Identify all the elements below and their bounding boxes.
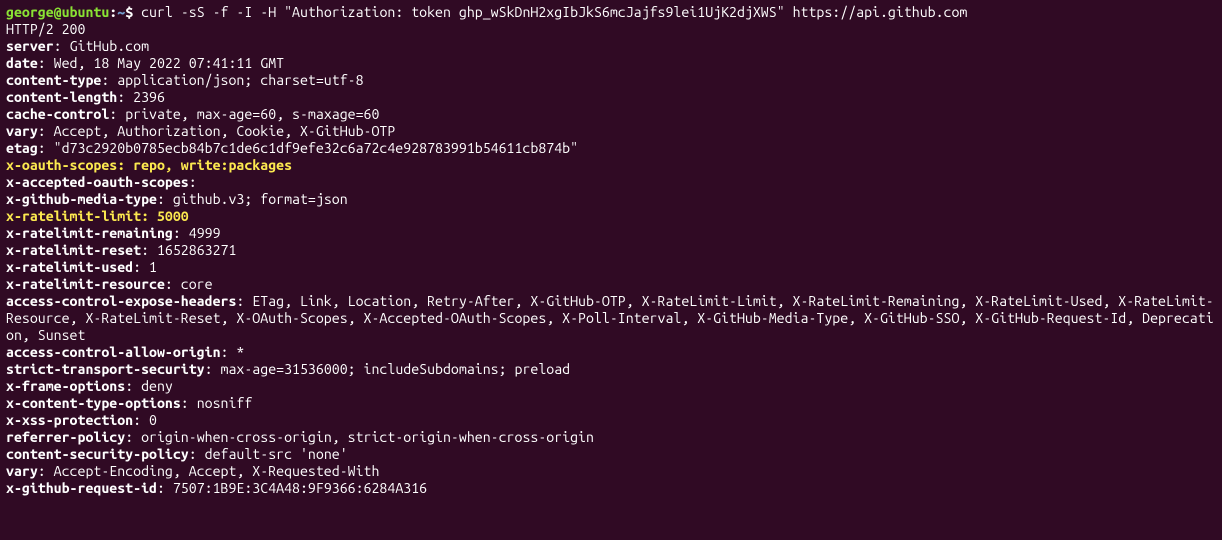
header-key: x-github-media-type [6, 191, 157, 207]
header-sep: : [141, 208, 157, 224]
header-sep: : [125, 378, 141, 394]
header-key: server [6, 38, 54, 54]
header-sep: : [109, 106, 125, 122]
prompt-path: ~ [117, 4, 125, 20]
header-value: 0 [149, 412, 157, 428]
header-sep: : [117, 157, 133, 173]
header-sep: : [38, 140, 54, 156]
header-key: access-control-allow-origin [6, 344, 221, 360]
header-value: GitHub.com [70, 38, 149, 54]
header-sep: : [221, 344, 237, 360]
header-key: x-oauth-scopes [6, 157, 117, 173]
header-value: deny [141, 378, 173, 394]
header-value: origin-when-cross-origin, strict-origin-… [141, 429, 594, 445]
header-sep: : [101, 72, 117, 88]
header-value: Wed, 18 May 2022 07:41:11 GMT [54, 55, 284, 71]
header-value: github.v3; format=json [173, 191, 348, 207]
header-key: cache-control [6, 106, 109, 122]
header-sep: : [133, 412, 149, 428]
header-sep: : [157, 191, 173, 207]
header-key: x-accepted-oauth-scopes [6, 174, 189, 190]
header-value: private, max-age=60, s-maxage=60 [125, 106, 379, 122]
prompt-user-host: george@ubuntu [6, 4, 109, 20]
header-key: content-length [6, 89, 117, 105]
header-sep: : [157, 480, 173, 496]
header-sep: : [205, 361, 221, 377]
prompt: george@ubuntu:~$ [6, 4, 141, 20]
header-key: content-type [6, 72, 101, 88]
terminal-output[interactable]: george@ubuntu:~$ curl -sS -f -I -H "Auth… [0, 0, 1222, 501]
header-value: application/json; charset=utf-8 [117, 72, 363, 88]
header-key: x-xss-protection [6, 412, 133, 428]
header-value: 1652863271 [157, 242, 236, 258]
header-sep: : [189, 446, 205, 462]
header-sep: : [125, 429, 141, 445]
header-sep: : [38, 463, 54, 479]
header-value: 7507:1B9E:3C4A48:9F9366:6284A316 [173, 480, 427, 496]
header-key: x-ratelimit-remaining [6, 225, 173, 241]
header-value: 1 [149, 259, 157, 275]
header-sep: : [181, 395, 197, 411]
header-key: vary [6, 463, 38, 479]
header-sep: : [117, 89, 133, 105]
prompt-sigil: $ [125, 4, 141, 20]
header-key: x-github-request-id [6, 480, 157, 496]
header-key: x-frame-options [6, 378, 125, 394]
header-key: x-ratelimit-resource [6, 276, 165, 292]
header-sep: : [189, 174, 205, 190]
header-value: max-age=31536000; includeSubdomains; pre… [221, 361, 571, 377]
header-sep: : [141, 242, 157, 258]
header-value: nosniff [197, 395, 253, 411]
header-key: x-ratelimit-used [6, 259, 133, 275]
header-key: referrer-policy [6, 429, 125, 445]
header-sep: : [133, 259, 149, 275]
header-key: vary [6, 123, 38, 139]
header-value: 5000 [157, 208, 189, 224]
header-key: etag [6, 140, 38, 156]
header-key: x-content-type-options [6, 395, 181, 411]
header-sep: : [38, 123, 54, 139]
header-value: Accept-Encoding, Accept, X-Requested-Wit… [54, 463, 380, 479]
header-value: 4999 [189, 225, 221, 241]
header-key: x-ratelimit-reset [6, 242, 141, 258]
header-value: 2396 [133, 89, 165, 105]
command-text: curl -sS -f -I -H "Authorization: token … [141, 4, 967, 20]
header-key: content-security-policy [6, 446, 189, 462]
header-sep: : [236, 293, 252, 309]
header-sep: : [54, 38, 70, 54]
header-value: * [236, 344, 244, 360]
header-value: Accept, Authorization, Cookie, X-GitHub-… [54, 123, 396, 139]
header-key: x-ratelimit-limit [6, 208, 141, 224]
header-value: core [181, 276, 213, 292]
http-status-line: HTTP/2 200 [6, 21, 85, 37]
header-sep: : [173, 225, 189, 241]
header-value: default-src 'none' [205, 446, 348, 462]
header-key: date [6, 55, 38, 71]
header-sep: : [165, 276, 181, 292]
header-key: strict-transport-security [6, 361, 205, 377]
header-value: "d73c2920b0785ecb84b7c1de6c1df9efe32c6a7… [54, 140, 578, 156]
header-key: access-control-expose-headers [6, 293, 236, 309]
header-value: repo, write:packages [133, 157, 292, 173]
header-sep: : [38, 55, 54, 71]
